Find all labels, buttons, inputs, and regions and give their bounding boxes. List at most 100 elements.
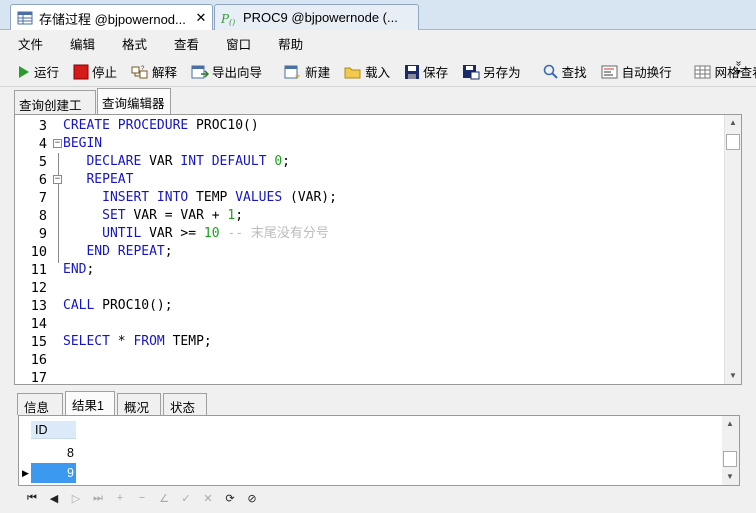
word-wrap-button[interactable]: 自动换行 — [598, 60, 675, 84]
stop-icon[interactable]: ⊘ — [244, 490, 260, 506]
apply-changes-icon[interactable]: ✓ — [178, 490, 194, 506]
first-record-icon[interactable]: ⏮ — [24, 490, 40, 506]
code-line[interactable]: 8 SET VAR = VAR + 1; — [39, 207, 723, 225]
menu-format[interactable]: 格式 — [112, 31, 157, 56]
scroll-thumb[interactable] — [723, 451, 737, 467]
menu-view[interactable]: 查看 — [164, 31, 209, 56]
next-record-icon[interactable]: ▷ — [68, 490, 84, 506]
line-number: 10 — [30, 244, 47, 260]
code-line[interactable]: 4− BEGIN — [39, 135, 723, 153]
window-tab-label: 存储过程 @bjpowernod... — [39, 11, 186, 27]
code-line[interactable]: 7 INSERT INTO TEMP VALUES (VAR); — [39, 189, 723, 207]
result-vertical-scrollbar[interactable]: ▲ ▼ — [722, 416, 739, 485]
insert-record-icon[interactable]: + — [112, 490, 128, 506]
sql-keyword: BEGIN — [63, 136, 103, 151]
grid-view-button[interactable]: 网格查看 — [691, 60, 756, 84]
run-button[interactable]: 运行 — [14, 60, 62, 84]
table-cell-selected[interactable]: 9 — [31, 463, 76, 483]
prev-record-icon[interactable]: ◀ — [46, 490, 62, 506]
column-header-id[interactable]: ID — [31, 421, 76, 439]
tab-query-builder[interactable]: 查询创建工具 — [14, 90, 96, 132]
save-as-label: 另存为 — [483, 66, 521, 80]
code-line[interactable]: 12 — [31, 279, 723, 297]
scroll-down-icon[interactable]: ▼ — [722, 469, 738, 485]
tab-info[interactable]: 信息 — [17, 393, 63, 415]
current-row-icon: ▶ — [22, 468, 29, 478]
stop-button[interactable]: 停止 — [70, 60, 120, 84]
cancel-changes-icon[interactable]: ✕ — [200, 490, 216, 506]
save-button[interactable]: 保存 — [401, 60, 451, 84]
export-icon — [191, 65, 210, 78]
line-number: 8 — [38, 208, 47, 224]
sql-text: TEMP; — [164, 334, 212, 349]
export-wizard-button[interactable]: 导出向导 — [188, 60, 265, 84]
tab-result1[interactable]: 结果1 — [65, 391, 115, 416]
code-line[interactable]: 5 DECLARE VAR INT DEFAULT 0; — [39, 153, 723, 171]
code-line[interactable]: 17 — [31, 369, 723, 384]
procedure-icon: P() — [221, 12, 235, 26]
line-number: 12 — [30, 280, 47, 296]
close-icon[interactable]: ✕ — [194, 10, 208, 26]
toolbar-overflow-icon[interactable]: » ▼ — [733, 59, 744, 77]
table-cell[interactable]: 8 — [31, 443, 76, 463]
fold-toggle-icon[interactable]: − — [53, 175, 62, 184]
code-line[interactable]: 11 END; — [31, 261, 723, 279]
window-tab-stored-procedure[interactable]: 存储过程 @bjpowernod... ✕ — [10, 4, 213, 31]
menu-bar: 文件 编辑 格式 查看 窗口 帮助 — [0, 30, 756, 56]
code-line[interactable]: 10 END REPEAT; — [31, 243, 723, 261]
code-line[interactable]: 13 CALL PROC10(); — [31, 297, 723, 315]
scroll-up-icon[interactable]: ▲ — [722, 416, 738, 432]
delete-record-icon[interactable]: − — [134, 490, 150, 506]
code-line[interactable]: 14 — [31, 315, 723, 333]
sql-text: ; — [86, 262, 95, 277]
code-line[interactable]: 3 CREATE PROCEDURE PROC10() — [39, 117, 723, 135]
result-grid[interactable]: ID 8 9 ▶ ▲ ▼ — [18, 415, 740, 486]
tab-status[interactable]: 状态 — [163, 393, 207, 415]
line-number: 4 — [38, 136, 47, 152]
sql-text: VAR — [141, 154, 181, 169]
code-line[interactable]: 9 UNTIL VAR >= 10 -- 末尾没有分号 — [39, 225, 723, 243]
code-line[interactable]: 16 — [31, 351, 723, 369]
new-button[interactable]: + 新建 — [281, 60, 333, 84]
menu-file[interactable]: 文件 — [8, 31, 53, 56]
explain-button[interactable]: ? 解释 — [128, 60, 180, 84]
code-line[interactable]: 6− REPEAT — [39, 171, 723, 189]
menu-help[interactable]: 帮助 — [268, 31, 313, 56]
line-number: 16 — [30, 352, 47, 368]
record-navigator: ⏮ ◀ ▷ ⏭ + − ∠ ✓ ✕ ⟳ ⊘ — [18, 488, 740, 508]
refresh-icon[interactable]: ⟳ — [222, 490, 238, 506]
find-button[interactable]: 查找 — [540, 60, 590, 84]
new-query-icon: + — [284, 65, 300, 80]
edit-record-icon[interactable]: ∠ — [156, 490, 172, 506]
scroll-thumb[interactable] — [726, 134, 740, 150]
load-label: 载入 — [365, 66, 391, 80]
sql-text: PROC10(); — [94, 298, 173, 313]
stop-icon — [73, 64, 89, 79]
menu-window[interactable]: 窗口 — [216, 31, 261, 56]
code-line[interactable]: 15 SELECT * FROM TEMP; — [31, 333, 723, 351]
tab-query-editor[interactable]: 查询编辑器 — [97, 88, 171, 115]
sql-text: VAR = VAR + — [125, 208, 228, 223]
scroll-down-icon[interactable]: ▼ — [725, 368, 741, 384]
last-record-icon[interactable]: ⏭ — [90, 490, 106, 506]
sql-editor[interactable]: 3 CREATE PROCEDURE PROC10() 4− BEGIN 5 DECLA… — [14, 114, 742, 385]
scroll-up-icon[interactable]: ▲ — [725, 115, 741, 131]
code-area[interactable]: 3 CREATE PROCEDURE PROC10() 4− BEGIN 5 DECLA… — [31, 117, 723, 384]
find-label: 查找 — [561, 66, 587, 80]
sql-keyword: INSERT INTO — [63, 190, 189, 205]
sql-text: PROC10() — [188, 118, 259, 133]
word-wrap-icon — [601, 65, 618, 78]
window-tab-proc9[interactable]: P() PROC9 @bjpowernode (... — [214, 4, 419, 30]
sql-text: ; — [235, 208, 244, 223]
load-button[interactable]: 载入 — [341, 60, 393, 84]
tab-profile[interactable]: 概况 — [117, 393, 161, 415]
table-icon — [17, 11, 33, 25]
word-wrap-label: 自动换行 — [621, 66, 672, 80]
fold-toggle-icon[interactable]: − — [53, 139, 62, 148]
save-as-button[interactable]: 另存为 — [459, 60, 524, 84]
editor-vertical-scrollbar[interactable]: ▲ ▼ — [724, 115, 741, 384]
line-number: 11 — [30, 262, 47, 278]
sql-text: (VAR); — [282, 190, 337, 205]
line-number: 13 — [30, 298, 47, 314]
menu-edit[interactable]: 编辑 — [60, 31, 105, 56]
